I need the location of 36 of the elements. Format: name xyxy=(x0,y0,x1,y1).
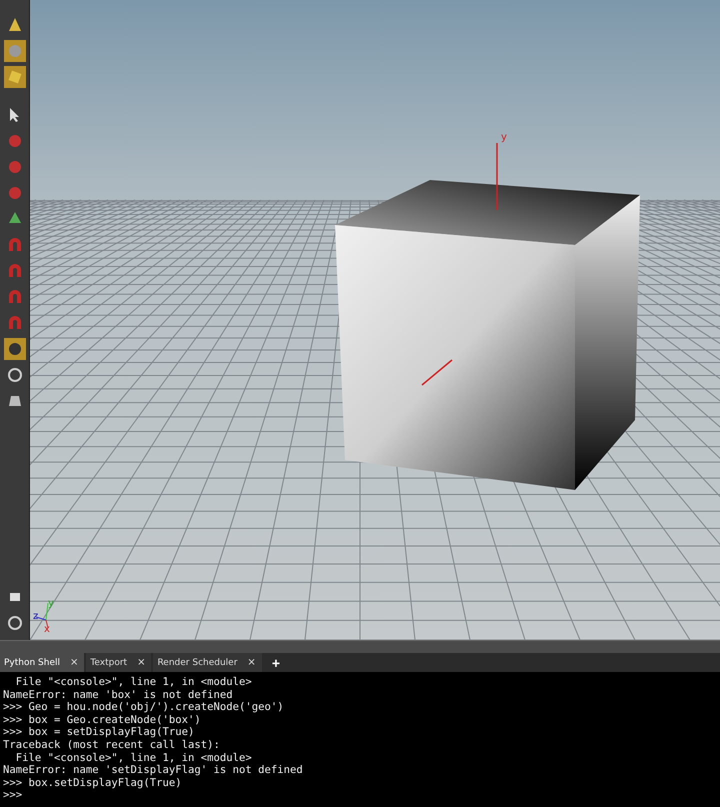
console-line: NameError: name 'setDisplayFlag' is not defined xyxy=(3,764,304,777)
console-line: >>> box = setDisplayFlag(True) xyxy=(3,726,196,739)
console-line: File "<console>", line 1, in <module> xyxy=(14,676,253,689)
gizmo-y-label: y xyxy=(48,598,54,609)
ring-icon xyxy=(6,367,22,383)
pane-tab[interactable]: Textport × xyxy=(86,653,152,672)
gizmo-z-label: z xyxy=(33,611,38,622)
axis-label: y xyxy=(501,132,507,143)
console-line: >>> Geo = hou.node('obj/').createNode('geo') xyxy=(3,701,285,714)
pane-tab[interactable]: Render Scheduler × xyxy=(153,653,262,672)
magnet-icon xyxy=(6,237,22,253)
magnet-icon xyxy=(6,263,22,279)
y-axis-handle[interactable] xyxy=(496,143,498,210)
console-line: >>> box.setDisplayFlag(True) xyxy=(3,776,183,790)
close-tab-button[interactable]: × xyxy=(70,657,78,668)
magnet-icon xyxy=(6,289,22,305)
console-line: Traceback (most recent call last): xyxy=(3,738,221,752)
ball-icon xyxy=(6,185,22,201)
gizmo-x-label: x xyxy=(44,624,50,635)
console-line: File "<console>", line 1, in <module> xyxy=(14,752,253,764)
console-line: >>> box = Geo.createNode('box') xyxy=(3,714,202,726)
ball-icon xyxy=(6,133,22,149)
ball-icon xyxy=(6,159,22,175)
close-tab-button[interactable]: × xyxy=(137,657,146,668)
x-axis-handle[interactable] xyxy=(422,359,452,386)
magnet-icon xyxy=(6,315,22,331)
axis-gizmo-drawing xyxy=(36,602,48,628)
ring-icon xyxy=(6,615,22,631)
blob-tool-button[interactable] xyxy=(4,338,26,360)
pane-tab[interactable]: Python Shell × xyxy=(0,653,84,672)
console-line: >>> xyxy=(3,789,24,802)
console-line: NameError: name 'box' is not defined xyxy=(3,688,234,702)
add-tab-button[interactable]: + xyxy=(264,653,288,672)
close-tab-button[interactable]: × xyxy=(247,657,256,668)
blob-icon xyxy=(6,341,22,357)
3d-viewport[interactable]: y y z x xyxy=(30,0,720,640)
